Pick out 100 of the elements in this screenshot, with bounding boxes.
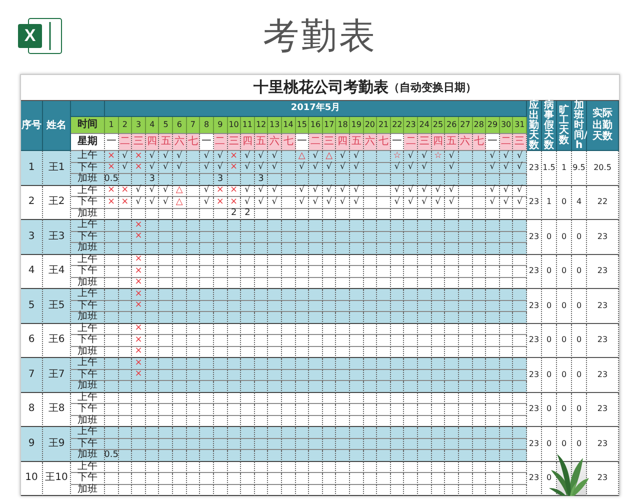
table-cell: 10	[21, 462, 43, 496]
table-cell: 王3	[43, 220, 71, 254]
table-cell: √	[254, 151, 268, 162]
table-cell: √	[322, 186, 336, 197]
day-header: 12	[254, 117, 268, 134]
weekday-cell: 二	[118, 134, 132, 151]
table-cell: 23	[527, 220, 542, 254]
day-header: 30	[500, 117, 514, 134]
weekday-cell: 三	[418, 134, 432, 151]
table-cell: √	[390, 197, 404, 208]
table-cell: 23	[527, 324, 542, 358]
table-cell: 王1	[43, 151, 71, 186]
table-cell: √	[350, 151, 364, 162]
table-cell: √	[241, 197, 255, 208]
weekday-cell: 四	[336, 134, 350, 151]
table-cell: 3	[254, 174, 268, 186]
row-label: 下午	[71, 266, 105, 278]
table-cell: √	[404, 162, 418, 174]
table-cell: ×	[118, 197, 132, 208]
column-header: 序号	[21, 101, 43, 151]
table-cell: 20.5	[587, 151, 619, 186]
table-cell: ×	[214, 197, 228, 208]
table-cell: √	[146, 151, 160, 162]
table-cell: 3	[214, 174, 228, 186]
table-cell: ×	[132, 151, 146, 162]
table-cell: 23	[527, 186, 542, 220]
table-cell: √	[500, 186, 514, 197]
table-cell: 0	[572, 392, 587, 427]
row-label: 上午	[71, 151, 105, 162]
table-cell: √	[173, 162, 187, 174]
table-cell: √	[500, 151, 514, 162]
table-cell: √	[445, 151, 459, 162]
table-cell: 0	[542, 254, 557, 289]
table-cell: ×	[132, 232, 146, 243]
table-cell: √	[445, 197, 459, 208]
table-cell: √	[404, 151, 418, 162]
table-cell: 0	[542, 358, 557, 392]
weekday-cell: 二	[500, 134, 514, 151]
table-cell: √	[350, 162, 364, 174]
column-header: 旷工天数	[557, 101, 572, 151]
weekday-cell: 四	[146, 134, 160, 151]
table-cell: √	[159, 186, 174, 197]
table-cell: √	[500, 197, 514, 208]
row-header: 时间	[71, 117, 105, 134]
table-cell: 王7	[43, 358, 71, 392]
table-cell: √	[241, 186, 255, 197]
row-label: 上午	[71, 220, 105, 232]
table-cell: ×	[132, 266, 146, 278]
table-cell: √	[336, 197, 350, 208]
table-cell: √	[159, 197, 174, 208]
table-cell: √	[486, 197, 500, 208]
table-cell: 0	[572, 220, 587, 254]
row-label: 下午	[71, 438, 105, 450]
table-cell: 0	[557, 186, 572, 220]
table-cell: 7	[21, 358, 43, 392]
table-cell: √	[132, 186, 146, 197]
month-header: 2017年5月	[105, 101, 527, 117]
table-cell: ×	[105, 197, 119, 208]
table-cell: ×	[132, 324, 146, 335]
table-cell: ×	[132, 370, 146, 381]
page-title: 考勤表	[263, 14, 377, 58]
day-header: 9	[214, 117, 228, 134]
day-header: 16	[309, 117, 323, 134]
table-cell: √	[486, 151, 500, 162]
row-label: 下午	[71, 473, 105, 484]
column-header: 应出勤天数	[527, 101, 542, 151]
day-header: 22	[390, 117, 404, 134]
row-label: 上午	[71, 186, 105, 197]
table-cell: 0	[557, 220, 572, 254]
table-cell: ×	[132, 220, 146, 232]
row-label: 下午	[71, 162, 105, 174]
table-cell: √	[513, 197, 527, 208]
table-cell: 王5	[43, 289, 71, 324]
table-cell: 0.5	[105, 174, 119, 186]
day-header: 21	[377, 117, 391, 134]
row-label: 上午	[71, 392, 105, 404]
day-header: 18	[336, 117, 350, 134]
table-cell: √	[486, 186, 500, 197]
day-header: 27	[458, 117, 473, 134]
day-header: 2	[118, 117, 132, 134]
day-header: 8	[200, 117, 214, 134]
table-cell: √	[173, 151, 187, 162]
table-cell: 0	[542, 324, 557, 358]
row-label: 加班	[71, 381, 105, 392]
table-cell: √	[390, 186, 404, 197]
weekday-cell: 三	[228, 134, 242, 151]
table-cell: 0	[572, 427, 587, 462]
table-cell: 0	[542, 220, 557, 254]
weekday-cell: 一	[390, 134, 404, 151]
table-cell: 0	[557, 392, 572, 427]
day-header: 20	[364, 117, 378, 134]
table-cell: √	[445, 162, 459, 174]
table-cell: 0	[542, 392, 557, 427]
table-cell: ×	[118, 186, 132, 197]
header-cell	[71, 101, 105, 117]
day-header: 11	[241, 117, 255, 134]
weekday-cell: 五	[254, 134, 268, 151]
table-cell: 0	[542, 427, 557, 462]
table-cell: 1.5	[542, 151, 557, 186]
table-cell: ×	[228, 186, 242, 197]
